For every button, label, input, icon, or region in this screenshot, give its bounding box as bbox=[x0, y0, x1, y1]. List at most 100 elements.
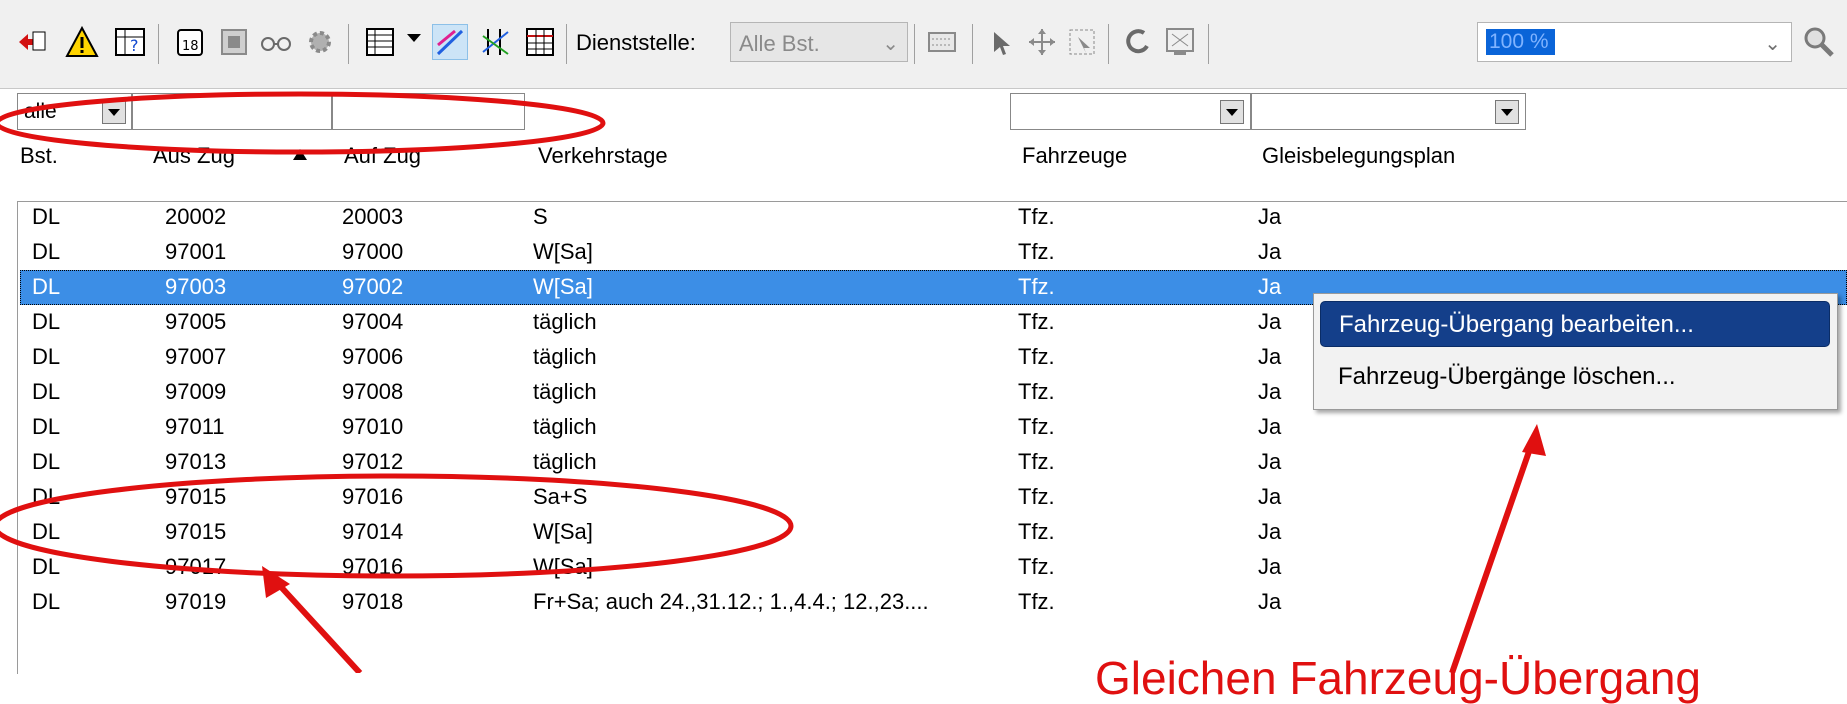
cell-gleisbelegungsplan: Ja bbox=[1258, 379, 1282, 404]
sort-ascending-icon bbox=[293, 149, 307, 160]
column-aus-zug[interactable]: Aus Zug bbox=[153, 143, 235, 169]
cell-auf-zug: 97000 bbox=[342, 239, 404, 264]
dienststelle-select[interactable]: Alle Bst. ⌄ bbox=[730, 22, 908, 62]
cell-verkehrstage: Fr+Sa; auch 24.,31.12.; 1.,4.4.; 12.,23.… bbox=[533, 589, 929, 614]
cell-aus-zug: 97017 bbox=[165, 554, 227, 579]
cell-auf-zug: 20003 bbox=[342, 204, 404, 229]
cell-aus-zug: 97011 bbox=[165, 414, 225, 439]
zoom-value: 100 % bbox=[1486, 29, 1555, 55]
keyboard-icon[interactable] bbox=[924, 24, 960, 60]
auf-zug-filter-input[interactable] bbox=[332, 93, 525, 130]
cell-aus-zug: 97013 bbox=[165, 449, 227, 474]
fahrzeuge-filter-select[interactable] bbox=[1010, 93, 1251, 130]
select-area-icon[interactable] bbox=[1064, 24, 1100, 60]
cell-fahrzeuge: Tfz. bbox=[1018, 589, 1055, 614]
cell-verkehrstage: Sa+S bbox=[533, 484, 588, 509]
columns-icon[interactable] bbox=[362, 24, 398, 60]
cell-gleisbelegungsplan: Ja bbox=[1258, 589, 1282, 614]
cell-fahrzeuge: Tfz. bbox=[1018, 449, 1055, 474]
table-row[interactable]: DL 20002 20003 S Tfz. Ja bbox=[20, 200, 1847, 235]
export-icon[interactable] bbox=[1162, 24, 1198, 60]
table-row[interactable]: DL 97019 97018 Fr+Sa; auch 24.,31.12.; 1… bbox=[20, 585, 1847, 620]
cell-gleisbelegungsplan: Ja bbox=[1258, 554, 1282, 579]
chevron-down-icon[interactable] bbox=[102, 100, 126, 124]
cell-auf-zug: 97012 bbox=[342, 449, 404, 474]
cell-verkehrstage: S bbox=[533, 204, 548, 229]
cell-gleisbelegungsplan: Ja bbox=[1258, 309, 1282, 334]
move-icon[interactable] bbox=[1024, 24, 1060, 60]
table-row[interactable]: DL 97013 97012 täglich Tfz. Ja bbox=[20, 445, 1847, 480]
cell-fahrzeuge: Tfz. bbox=[1018, 239, 1055, 264]
cell-auf-zug: 97004 bbox=[342, 309, 404, 334]
cell-verkehrstage: täglich bbox=[533, 309, 597, 334]
table-row[interactable]: DL 97015 97014 W[Sa] Tfz. Ja bbox=[20, 515, 1847, 550]
cell-bst: DL bbox=[32, 239, 61, 264]
svg-text:?: ? bbox=[130, 36, 139, 55]
bst-filter-value: alle bbox=[24, 100, 57, 123]
cell-verkehrstage: W[Sa] bbox=[533, 519, 593, 544]
gear-icon[interactable] bbox=[302, 24, 338, 60]
frame-icon[interactable] bbox=[216, 24, 252, 60]
separator bbox=[566, 24, 567, 64]
cell-aus-zug: 97019 bbox=[165, 589, 227, 614]
glasses-icon[interactable] bbox=[258, 24, 294, 60]
chevron-down-icon[interactable] bbox=[1495, 100, 1519, 124]
cell-bst: DL bbox=[32, 554, 61, 579]
table-row[interactable]: DL 97017 97016 W[Sa] Tfz. Ja bbox=[20, 550, 1847, 585]
column-auf-zug[interactable]: Auf Zug bbox=[344, 143, 421, 169]
cell-fahrzeuge: Tfz. bbox=[1018, 414, 1055, 439]
column-bst[interactable]: Bst. bbox=[20, 143, 58, 169]
cell-aus-zug: 97009 bbox=[165, 379, 227, 404]
chevron-down-icon: ⌄ bbox=[1764, 33, 1781, 55]
warning-icon[interactable] bbox=[64, 24, 100, 60]
cell-aus-zug: 97007 bbox=[165, 344, 227, 369]
table-row[interactable]: DL 97011 97010 täglich Tfz. Ja bbox=[20, 410, 1847, 445]
graph-icon[interactable] bbox=[478, 24, 514, 60]
cell-verkehrstage: W[Sa] bbox=[533, 274, 593, 299]
calendar-icon[interactable]: 18 bbox=[172, 24, 208, 60]
cell-auf-zug: 97014 bbox=[342, 519, 404, 544]
cell-aus-zug: 97015 bbox=[165, 484, 227, 509]
cell-aus-zug: 97005 bbox=[165, 309, 227, 334]
cell-gleisbelegungsplan: Ja bbox=[1258, 239, 1282, 264]
separator bbox=[972, 24, 973, 64]
separator bbox=[1208, 24, 1209, 64]
refresh-icon[interactable] bbox=[1120, 24, 1156, 60]
context-menu: Fahrzeug-Übergang bearbeiten... Fahrzeug… bbox=[1313, 293, 1838, 410]
cell-fahrzeuge: Tfz. bbox=[1018, 204, 1055, 229]
chevron-down-icon[interactable] bbox=[1220, 100, 1244, 124]
chevron-down-icon[interactable] bbox=[407, 34, 421, 42]
timetable-icon[interactable] bbox=[522, 24, 558, 60]
column-gleisbelegungsplan[interactable]: Gleisbelegungsplan bbox=[1262, 143, 1455, 169]
cell-verkehrstage: täglich bbox=[533, 449, 597, 474]
dienststelle-value: Alle Bst. bbox=[739, 31, 820, 56]
import-icon[interactable] bbox=[14, 24, 50, 60]
column-fahrzeuge[interactable]: Fahrzeuge bbox=[1022, 143, 1127, 169]
cell-bst: DL bbox=[32, 589, 61, 614]
annotation-text: Gleichen Fahrzeug-Übergang bbox=[1095, 652, 1702, 704]
bst-filter-select[interactable]: alle bbox=[17, 93, 132, 130]
menu-item-delete-transitions[interactable]: Fahrzeug-Übergänge löschen... bbox=[1320, 354, 1830, 400]
table-info-icon[interactable]: ? bbox=[112, 24, 148, 60]
table-row[interactable]: DL 97001 97000 W[Sa] Tfz. Ja bbox=[20, 235, 1847, 270]
magnifier-icon[interactable] bbox=[1800, 24, 1836, 60]
route-chart-icon[interactable] bbox=[432, 24, 468, 60]
aus-zug-filter-input[interactable] bbox=[132, 93, 332, 130]
cell-auf-zug: 97008 bbox=[342, 379, 404, 404]
pointer-icon[interactable] bbox=[984, 24, 1020, 60]
gleisbelegungsplan-filter-select[interactable] bbox=[1251, 93, 1526, 130]
cell-bst: DL bbox=[32, 274, 61, 299]
cell-verkehrstage: täglich bbox=[533, 414, 597, 439]
menu-item-edit-transition[interactable]: Fahrzeug-Übergang bearbeiten... bbox=[1320, 301, 1830, 347]
svg-text:18: 18 bbox=[182, 39, 199, 54]
cell-fahrzeuge: Tfz. bbox=[1018, 484, 1055, 509]
cell-bst: DL bbox=[32, 449, 61, 474]
column-verkehrstage[interactable]: Verkehrstage bbox=[538, 143, 668, 169]
zoom-select[interactable]: 100 % ⌄ bbox=[1477, 22, 1792, 62]
cell-bst: DL bbox=[32, 204, 61, 229]
cell-bst: DL bbox=[32, 414, 61, 439]
cell-gleisbelegungsplan: Ja bbox=[1258, 344, 1282, 369]
cell-aus-zug: 97001 bbox=[165, 239, 227, 264]
table-row[interactable]: DL 97015 97016 Sa+S Tfz. Ja bbox=[20, 480, 1847, 515]
separator bbox=[158, 24, 159, 64]
